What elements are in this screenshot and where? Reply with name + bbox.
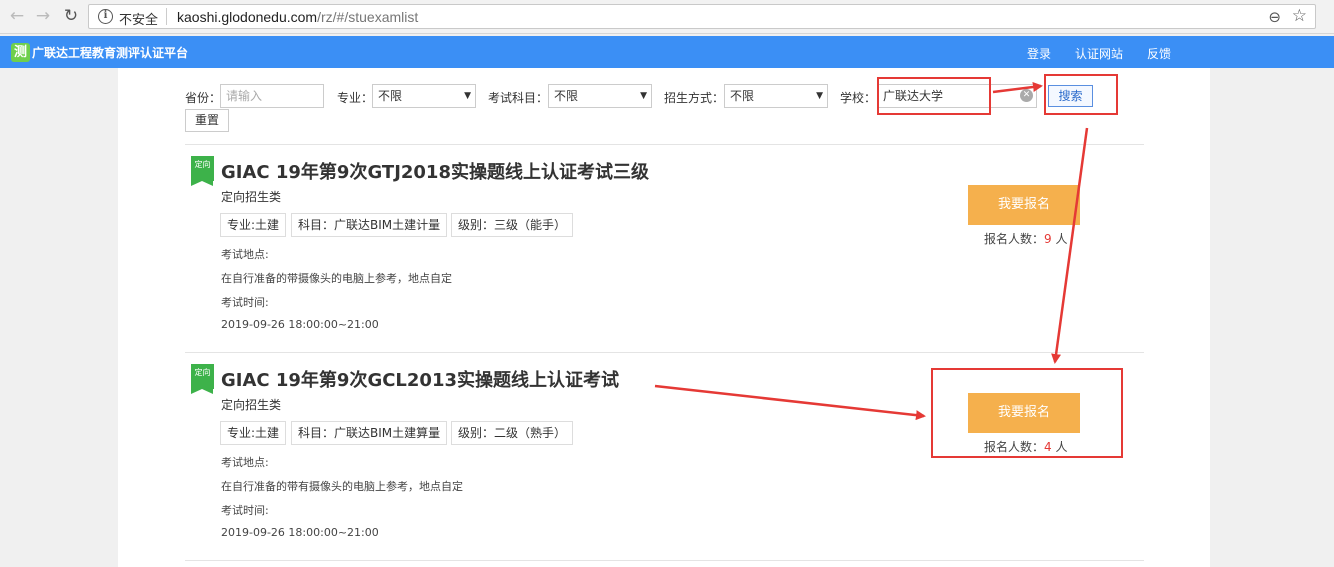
annotation-arrows [654,82,1089,421]
arrow-school-to-search [992,82,1043,94]
arrow-search-to-signup [1051,127,1089,364]
arrow-title-to-signup [654,384,926,421]
